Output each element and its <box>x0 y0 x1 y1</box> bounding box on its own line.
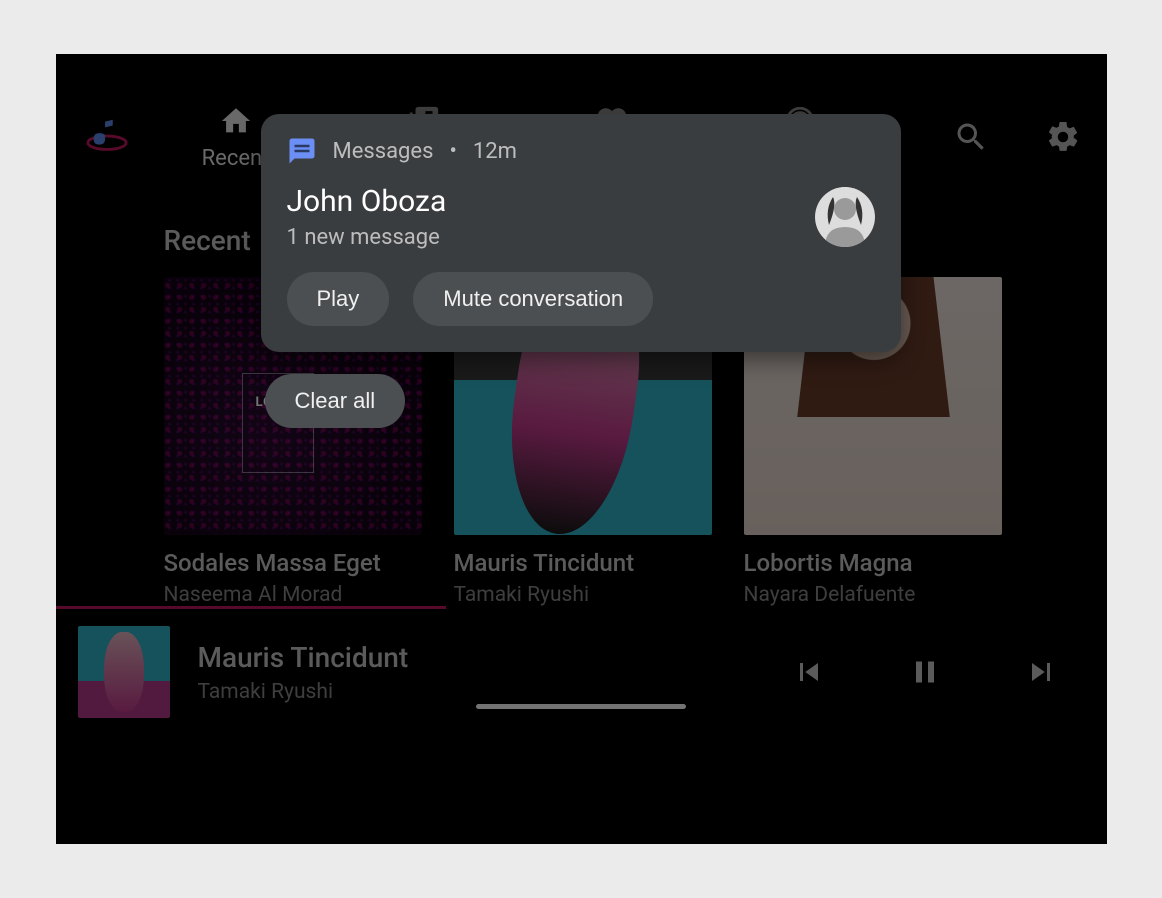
sender-avatar <box>815 187 875 247</box>
now-playing-text: Mauris Tincidunt Tamaki Ryushi <box>198 641 409 704</box>
gear-icon[interactable] <box>1045 119 1081 155</box>
notification-separator: • <box>449 139 456 164</box>
album-title: Lobortis Magna <box>744 549 1002 577</box>
app-logo <box>84 114 130 160</box>
messages-app-icon <box>287 136 317 166</box>
notification-sender: John Oboza <box>287 184 815 219</box>
notification-app-name: Messages <box>333 139 434 164</box>
notification-summary: 1 new message <box>287 225 815 250</box>
device-frame: Recent Recent LOREM So <box>56 54 1107 844</box>
notification-time: 12m <box>473 139 517 164</box>
now-playing-title: Mauris Tincidunt <box>198 641 409 674</box>
tab-label: Recent <box>202 146 270 171</box>
now-playing-artist: Tamaki Ryushi <box>198 680 409 704</box>
now-playing-art <box>78 626 170 718</box>
skip-previous-icon[interactable] <box>791 654 827 690</box>
notification-panel: Messages • 12m John Oboza 1 new message … <box>261 114 901 428</box>
album-title: Mauris Tincidunt <box>454 549 712 577</box>
mute-conversation-button[interactable]: Mute conversation <box>413 272 653 326</box>
notification-card[interactable]: Messages • 12m John Oboza 1 new message … <box>261 114 901 352</box>
nav-actions <box>953 119 1081 155</box>
album-artist: Tamaki Ryushi <box>454 583 712 607</box>
notification-actions: Play Mute conversation <box>287 272 875 326</box>
now-playing-bar[interactable]: Mauris Tincidunt Tamaki Ryushi <box>78 616 1107 728</box>
player-controls <box>791 654 1107 690</box>
album-artist: Naseema Al Morad <box>164 583 422 607</box>
home-indicator[interactable] <box>476 704 686 709</box>
notification-body: John Oboza 1 new message <box>287 184 875 250</box>
track-progress[interactable] <box>56 606 446 609</box>
home-icon <box>219 104 253 138</box>
skip-next-icon[interactable] <box>1023 654 1059 690</box>
play-button[interactable]: Play <box>287 272 390 326</box>
notification-header: Messages • 12m <box>287 136 875 166</box>
clear-all-button[interactable]: Clear all <box>265 374 406 428</box>
album-title: Sodales Massa Eget <box>164 549 422 577</box>
album-artist: Nayara Delafuente <box>744 583 1002 607</box>
search-icon[interactable] <box>953 119 989 155</box>
pause-icon[interactable] <box>907 654 943 690</box>
